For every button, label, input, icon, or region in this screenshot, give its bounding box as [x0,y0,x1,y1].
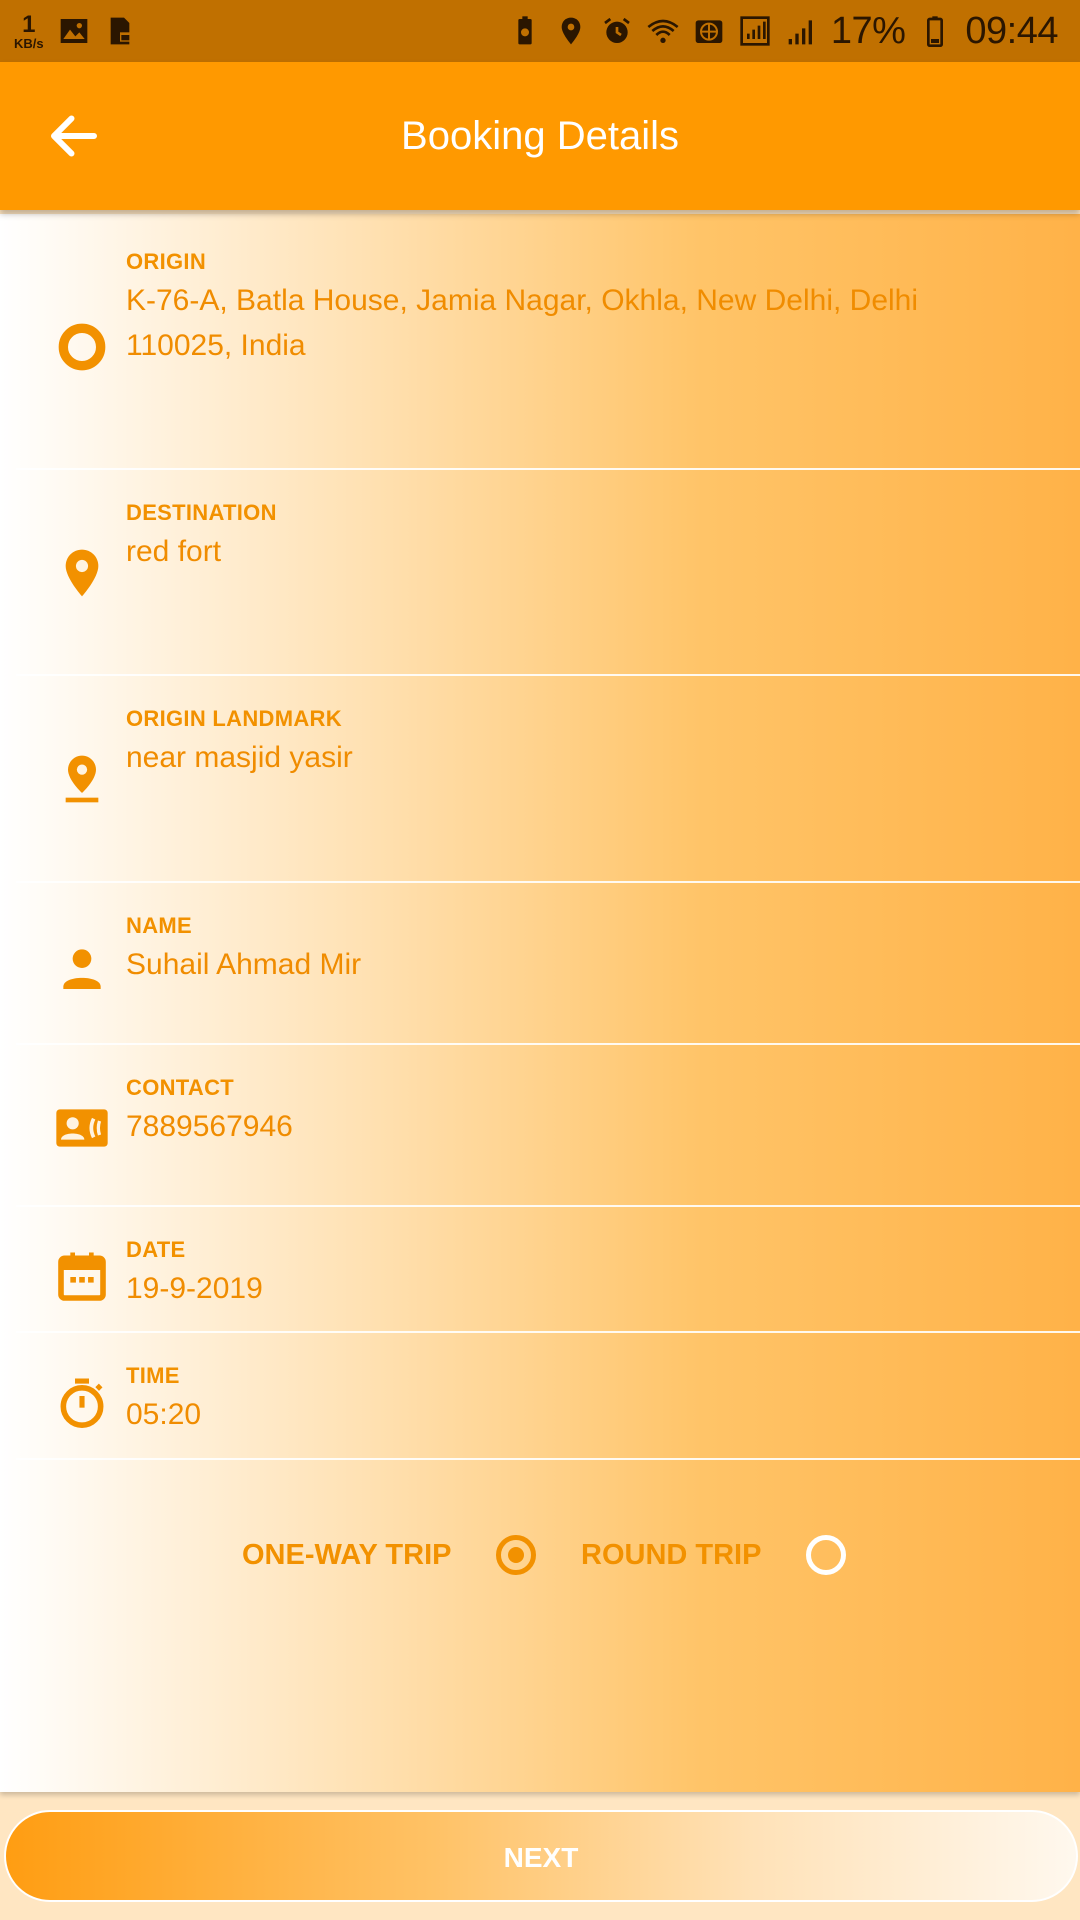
destination-value: red fort [126,535,222,568]
time-label: TIME [126,1363,180,1388]
origin-label: ORIGIN [126,249,207,274]
alarm-icon [604,17,630,43]
battery-icon [927,16,944,47]
pin-drop-icon [65,755,99,803]
destination-label: DESTINATION [126,500,277,525]
location-icon [561,17,581,45]
name-value: Suhail Ahmad Mir [126,948,362,981]
stopwatch-icon [60,1378,104,1428]
origin-ring-icon [58,323,106,371]
origin-row[interactable]: ORIGIN K-76-A, Batla House, Jamia Nagar,… [0,214,1080,470]
sd-card-lock-icon [110,17,131,45]
origin-landmark-row[interactable]: ORIGIN LANDMARK near masjid yasir [0,676,1080,883]
gallery-icon [60,19,87,43]
time-row[interactable]: TIME 05:20 [0,1333,1080,1460]
person-icon [63,949,101,989]
app-bar: Booking Details [0,62,1080,210]
page-title: Booking Details [401,114,679,158]
origin-value: K-76-A, Batla House, Jamia Nagar, Okhla,… [126,284,919,362]
status-bar: 1 KB/s 17% 09:44 [0,0,1080,62]
divider [16,1458,1080,1460]
status-bar-right: 17% 09:44 [509,10,1058,53]
one-way-trip-radio[interactable] [496,1535,536,1575]
contact-value: 7889567946 [126,1110,293,1143]
wifi-icon [647,19,679,43]
location-pin-icon [65,549,99,597]
origin-landmark-label: ORIGIN LANDMARK [126,706,342,731]
network-speed-value: 1 [22,10,36,38]
date-row[interactable]: DATE 19-9-2019 [0,1207,1080,1333]
name-label: NAME [126,913,192,938]
round-trip-radio[interactable] [806,1535,846,1575]
status-bar-left: 1 KB/s [14,10,136,51]
time-value: 05:20 [126,1398,202,1431]
globe-icon [695,20,723,43]
date-value: 19-9-2019 [126,1272,263,1305]
name-row[interactable]: NAME Suhail Ahmad Mir [0,883,1080,1045]
network-speed: 1 KB/s [14,10,44,51]
contact-label: CONTACT [126,1075,235,1100]
destination-row[interactable]: DESTINATION red fort [0,470,1080,676]
clock: 09:44 [965,9,1058,52]
next-button[interactable]: NEXT [4,1810,1078,1902]
trip-type-group: ONE-WAY TRIP ROUND TRIP [0,1531,1080,1581]
round-trip-label[interactable]: ROUND TRIP [581,1539,761,1572]
battery-saver-icon [518,16,532,45]
date-label: DATE [126,1237,186,1262]
contact-phone-icon [56,1109,108,1147]
network-speed-unit: KB/s [14,35,44,51]
signal-box-icon [740,16,770,46]
cell-signal-icon [788,20,812,45]
one-way-trip-label[interactable]: ONE-WAY TRIP [242,1539,452,1572]
contact-row[interactable]: CONTACT 7889567946 [0,1045,1080,1207]
calendar-icon [58,1252,106,1301]
origin-landmark-value: near masjid yasir [126,741,353,774]
battery-percent: 17% [830,9,906,52]
